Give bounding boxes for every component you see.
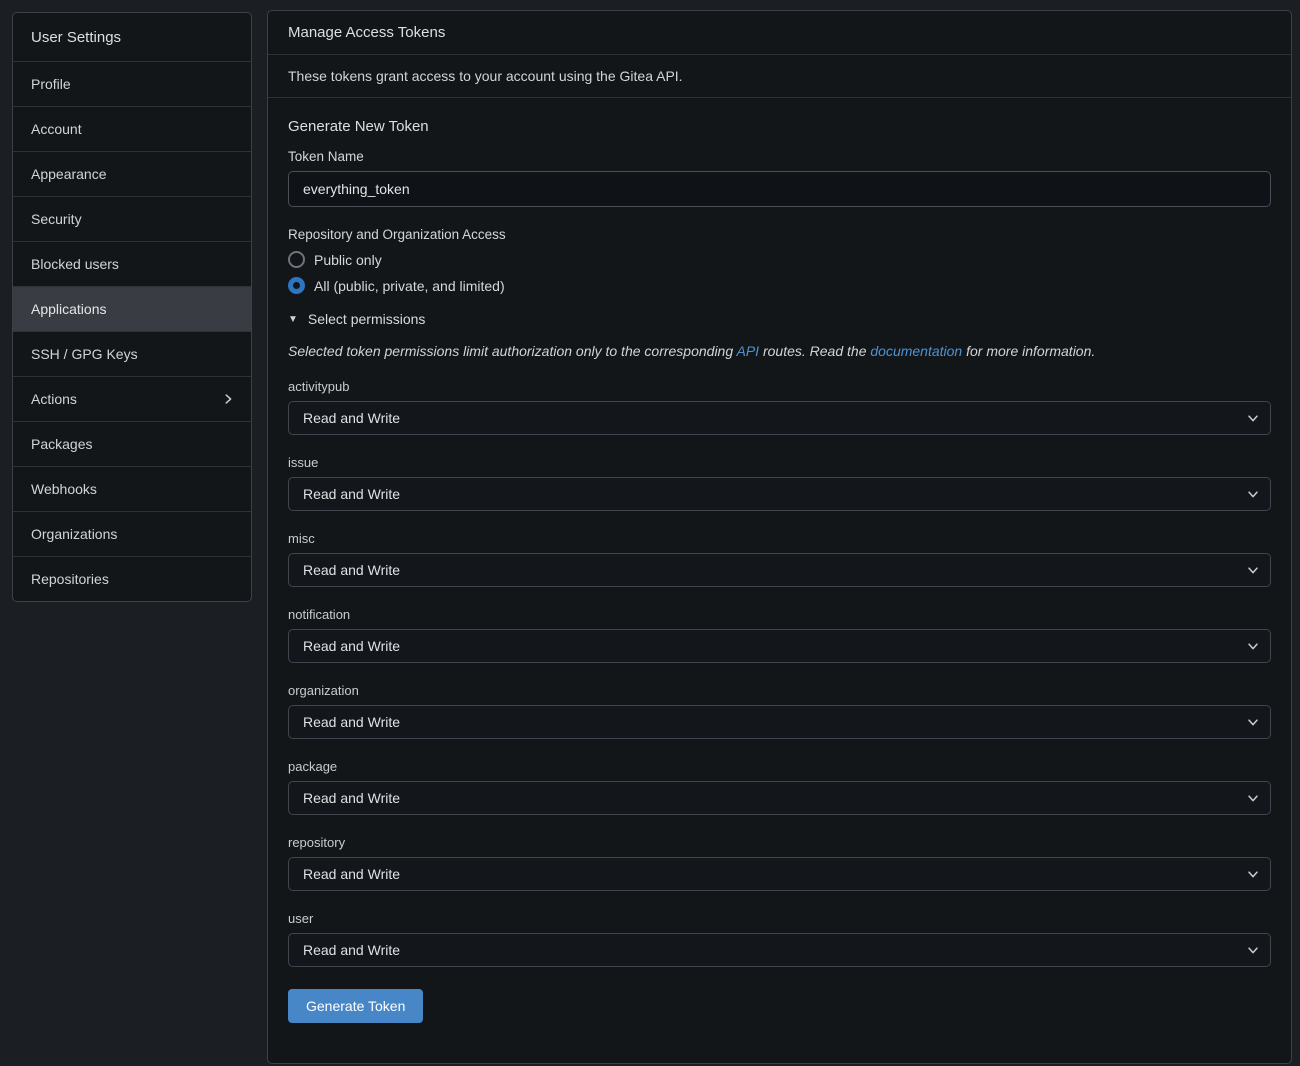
token-name-label: Token Name — [288, 149, 1271, 164]
permission-label: repository — [288, 835, 1271, 850]
radio-all-access[interactable]: All (public, private, and limited) — [288, 277, 505, 294]
select-permissions-label: Select permissions — [308, 311, 426, 327]
permission-label: notification — [288, 607, 1271, 622]
sidebar-item-label: Organizations — [31, 526, 117, 542]
documentation-link[interactable]: documentation — [870, 343, 962, 359]
note-text: routes. Read the — [759, 343, 870, 359]
select-permissions-toggle[interactable]: ▼ Select permissions — [288, 311, 425, 327]
sidebar-item-label: Applications — [31, 301, 107, 317]
generate-token-button[interactable]: Generate Token — [288, 989, 423, 1023]
sidebar-item-security[interactable]: Security — [13, 196, 251, 241]
permission-group-package: package Read and Write — [288, 759, 1271, 815]
permission-select-user[interactable]: Read and Write — [288, 933, 1271, 967]
permission-select-issue[interactable]: Read and Write — [288, 477, 1271, 511]
radio-label: Public only — [314, 252, 382, 268]
permission-select-activitypub[interactable]: Read and Write — [288, 401, 1271, 435]
permission-label: issue — [288, 455, 1271, 470]
permission-group-user: user Read and Write — [288, 911, 1271, 967]
sidebar-item-label: Appearance — [31, 166, 107, 182]
sidebar-item-label: Repositories — [31, 571, 109, 587]
sidebar-item-profile[interactable]: Profile — [13, 61, 251, 106]
token-name-input[interactable] — [288, 171, 1271, 207]
sidebar-item-label: Webhooks — [31, 481, 97, 497]
permission-select-repository[interactable]: Read and Write — [288, 857, 1271, 891]
sidebar-item-account[interactable]: Account — [13, 106, 251, 151]
permission-group-repository: repository Read and Write — [288, 835, 1271, 891]
sidebar-item-label: Packages — [31, 436, 92, 452]
access-scope-label: Repository and Organization Access — [288, 227, 1271, 242]
note-text: for more information. — [962, 343, 1095, 359]
permission-select-notification[interactable]: Read and Write — [288, 629, 1271, 663]
sidebar-item-appearance[interactable]: Appearance — [13, 151, 251, 196]
permission-group-notification: notification Read and Write — [288, 607, 1271, 663]
permission-group-issue: issue Read and Write — [288, 455, 1271, 511]
permission-label: activitypub — [288, 379, 1271, 394]
permission-group-misc: misc Read and Write — [288, 531, 1271, 587]
sidebar-item-label: Security — [31, 211, 82, 227]
radio-unselected-icon — [288, 251, 305, 268]
permission-select-organization[interactable]: Read and Write — [288, 705, 1271, 739]
permission-label: user — [288, 911, 1271, 926]
permission-group-organization: organization Read and Write — [288, 683, 1271, 739]
api-link[interactable]: API — [737, 343, 760, 359]
sidebar-item-ssh-gpg-keys[interactable]: SSH / GPG Keys — [13, 331, 251, 376]
permissions-note: Selected token permissions limit authori… — [288, 343, 1271, 359]
radio-public-only[interactable]: Public only — [288, 251, 382, 268]
permission-label: organization — [288, 683, 1271, 698]
generate-new-token-heading: Generate New Token — [288, 118, 1271, 135]
manage-access-tokens-panel: Manage Access Tokens These tokens grant … — [267, 10, 1292, 1064]
sidebar-item-applications[interactable]: Applications — [13, 286, 251, 331]
sidebar-item-organizations[interactable]: Organizations — [13, 511, 251, 556]
panel-description: These tokens grant access to your accoun… — [268, 55, 1291, 98]
note-text: Selected token permissions limit authori… — [288, 343, 737, 359]
sidebar-item-actions[interactable]: Actions — [13, 376, 251, 421]
panel-title: Manage Access Tokens — [268, 11, 1291, 55]
sidebar-title: User Settings — [13, 13, 251, 61]
sidebar-item-webhooks[interactable]: Webhooks — [13, 466, 251, 511]
triangle-down-icon: ▼ — [288, 314, 298, 325]
radio-label: All (public, private, and limited) — [314, 278, 505, 294]
permission-select-misc[interactable]: Read and Write — [288, 553, 1271, 587]
sidebar-item-blocked-users[interactable]: Blocked users — [13, 241, 251, 286]
radio-selected-icon — [288, 277, 305, 294]
sidebar-item-repositories[interactable]: Repositories — [13, 556, 251, 601]
sidebar-item-label: Account — [31, 121, 82, 137]
sidebar-item-packages[interactable]: Packages — [13, 421, 251, 466]
sidebar-item-label: Actions — [31, 391, 77, 407]
sidebar-item-label: Blocked users — [31, 256, 119, 272]
sidebar-item-label: Profile — [31, 76, 71, 92]
sidebar-item-label: SSH / GPG Keys — [31, 346, 138, 362]
user-settings-sidebar: User Settings Profile Account Appearance… — [12, 12, 252, 602]
permission-select-package[interactable]: Read and Write — [288, 781, 1271, 815]
permission-label: misc — [288, 531, 1271, 546]
permission-label: package — [288, 759, 1271, 774]
permission-group-activitypub: activitypub Read and Write — [288, 379, 1271, 435]
chevron-right-icon — [221, 392, 235, 406]
token-form: Generate New Token Token Name Repository… — [268, 98, 1291, 1043]
